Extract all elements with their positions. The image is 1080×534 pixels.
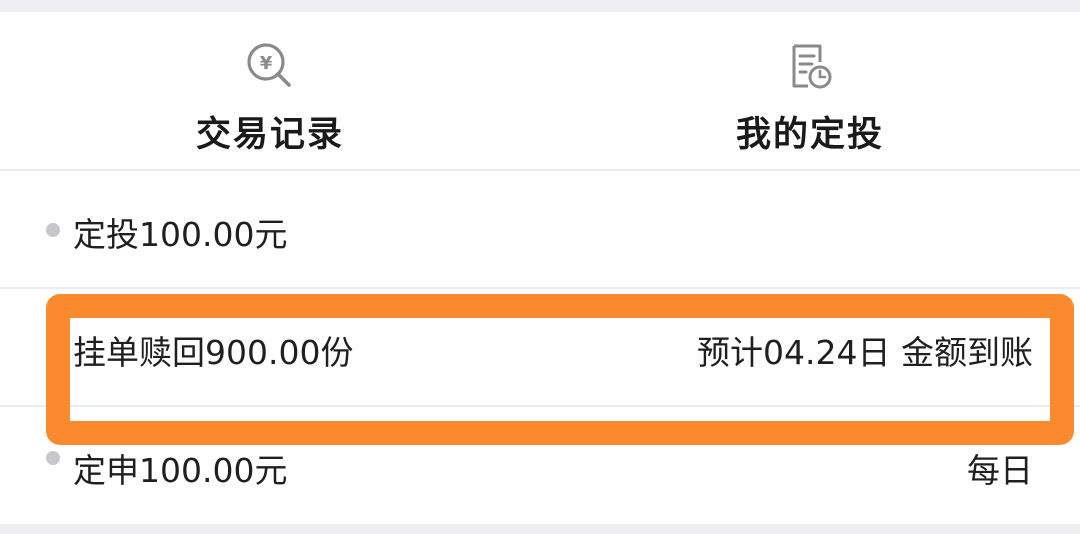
yen-search-icon: ¥ (247, 43, 291, 87)
screen: ¥ 交易记录 我的定投 定投100.00元 挂单赎回900.00份 预计04.2… (0, 0, 1080, 534)
bullet-dot-icon (46, 223, 60, 237)
svg-text:¥: ¥ (260, 53, 273, 74)
list-item-title: 定申100.00元 (73, 451, 288, 490)
top-strip (0, 0, 1080, 12)
transaction-records-button[interactable]: ¥ 交易记录 (0, 12, 540, 169)
my-fixed-investment-button[interactable]: 我的定投 (540, 12, 1080, 169)
list-item[interactable]: 挂单赎回900.00份 预计04.24日 金额到账 (0, 289, 1080, 405)
bullet-dot-icon (46, 451, 60, 465)
list-item[interactable]: 定申100.00元 每日 (0, 407, 1080, 524)
list-item[interactable]: 定投100.00元 (0, 171, 1080, 287)
actions-panel: ¥ 交易记录 我的定投 (0, 12, 1080, 169)
transaction-records-label: 交易记录 (195, 115, 344, 155)
list-item-title: 定投100.00元 (73, 215, 288, 254)
list-item-status: 预计04.24日 金额到账 (697, 333, 1033, 372)
my-fixed-investment-label: 我的定投 (735, 115, 884, 155)
bottom-strip (0, 524, 1080, 534)
document-clock-icon (792, 44, 832, 89)
list-item-status: 每日 (967, 451, 1033, 490)
list-item-title: 挂单赎回900.00份 (73, 333, 354, 372)
